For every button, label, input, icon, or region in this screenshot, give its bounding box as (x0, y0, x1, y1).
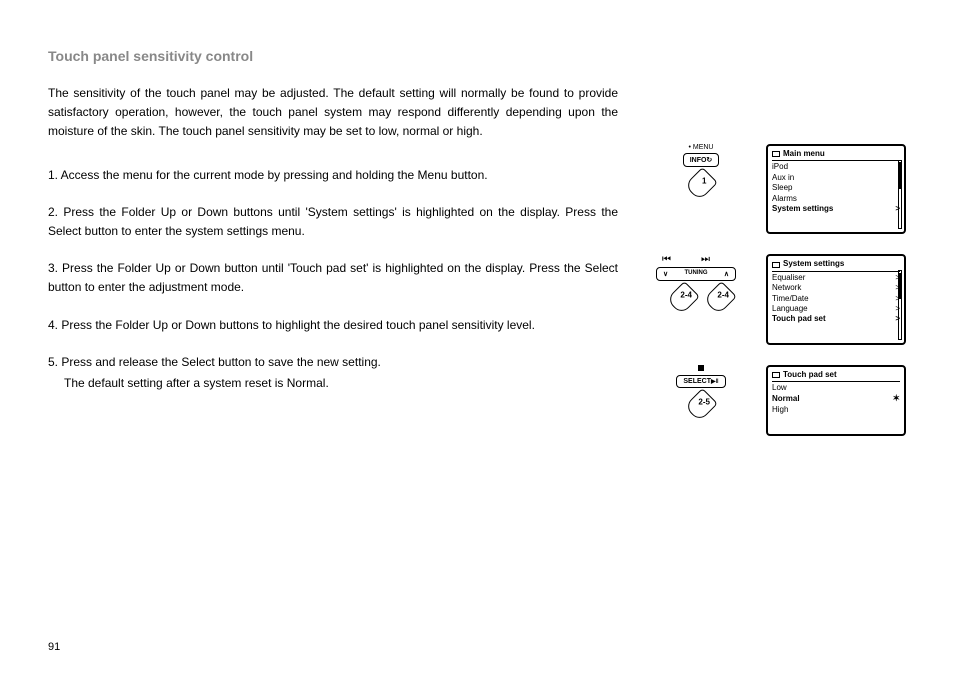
illustration-column: • MENU INFO↻ Main menu iPod Aux in Sleep… (648, 84, 906, 436)
chevron-up-icon: ∧ (724, 270, 729, 278)
stop-icon (698, 365, 704, 371)
loop-icon: ↻ (706, 157, 712, 164)
back-icon (772, 151, 780, 157)
prev-track-icon: ⏮ (662, 254, 701, 265)
chevron-down-icon: ∨ (663, 270, 668, 278)
menu-button-illustration: • MENU INFO↻ (656, 144, 746, 197)
step-5-note: The default setting after a system reset… (48, 374, 618, 393)
scrollbar (898, 160, 902, 229)
instruction-list: 1. Access the menu for the current mode … (48, 166, 618, 394)
select-button-illustration: SELECT▶‖ (656, 365, 746, 418)
page-number: 91 (48, 641, 60, 653)
selected-star-icon: ✶ (892, 393, 900, 405)
system-settings-screen: System settings Equaliser> Network> Time… (766, 254, 906, 344)
main-menu-screen: Main menu iPod Aux in Sleep Alarms Syste… (766, 144, 906, 234)
step-1: 1. Access the menu for the current mode … (48, 166, 618, 185)
hand-icon (684, 388, 718, 422)
intro-paragraph: The sensitivity of the touch panel may b… (48, 84, 618, 142)
hand-icon (666, 281, 700, 315)
hand-icon (684, 167, 718, 201)
back-icon (772, 372, 780, 378)
scrollbar (898, 270, 902, 339)
back-icon (772, 262, 780, 268)
step-4: 4. Press the Folder Up or Down buttons t… (48, 316, 618, 335)
step-2: 2. Press the Folder Up or Down buttons u… (48, 203, 618, 241)
page-heading: Touch panel sensitivity control (48, 48, 906, 64)
tuning-button-illustration: ⏮⏭ ∨ TUNING ∧ (656, 254, 746, 311)
touch-pad-set-screen: Touch pad set Low Normal✶ High (766, 365, 906, 436)
step-3: 3. Press the Folder Up or Down button un… (48, 259, 618, 297)
step-5: 5. Press and release the Select button t… (48, 353, 618, 393)
play-pause-icon: ▶‖ (711, 379, 719, 385)
next-track-icon: ⏭ (701, 254, 740, 265)
hand-icon (703, 281, 737, 315)
